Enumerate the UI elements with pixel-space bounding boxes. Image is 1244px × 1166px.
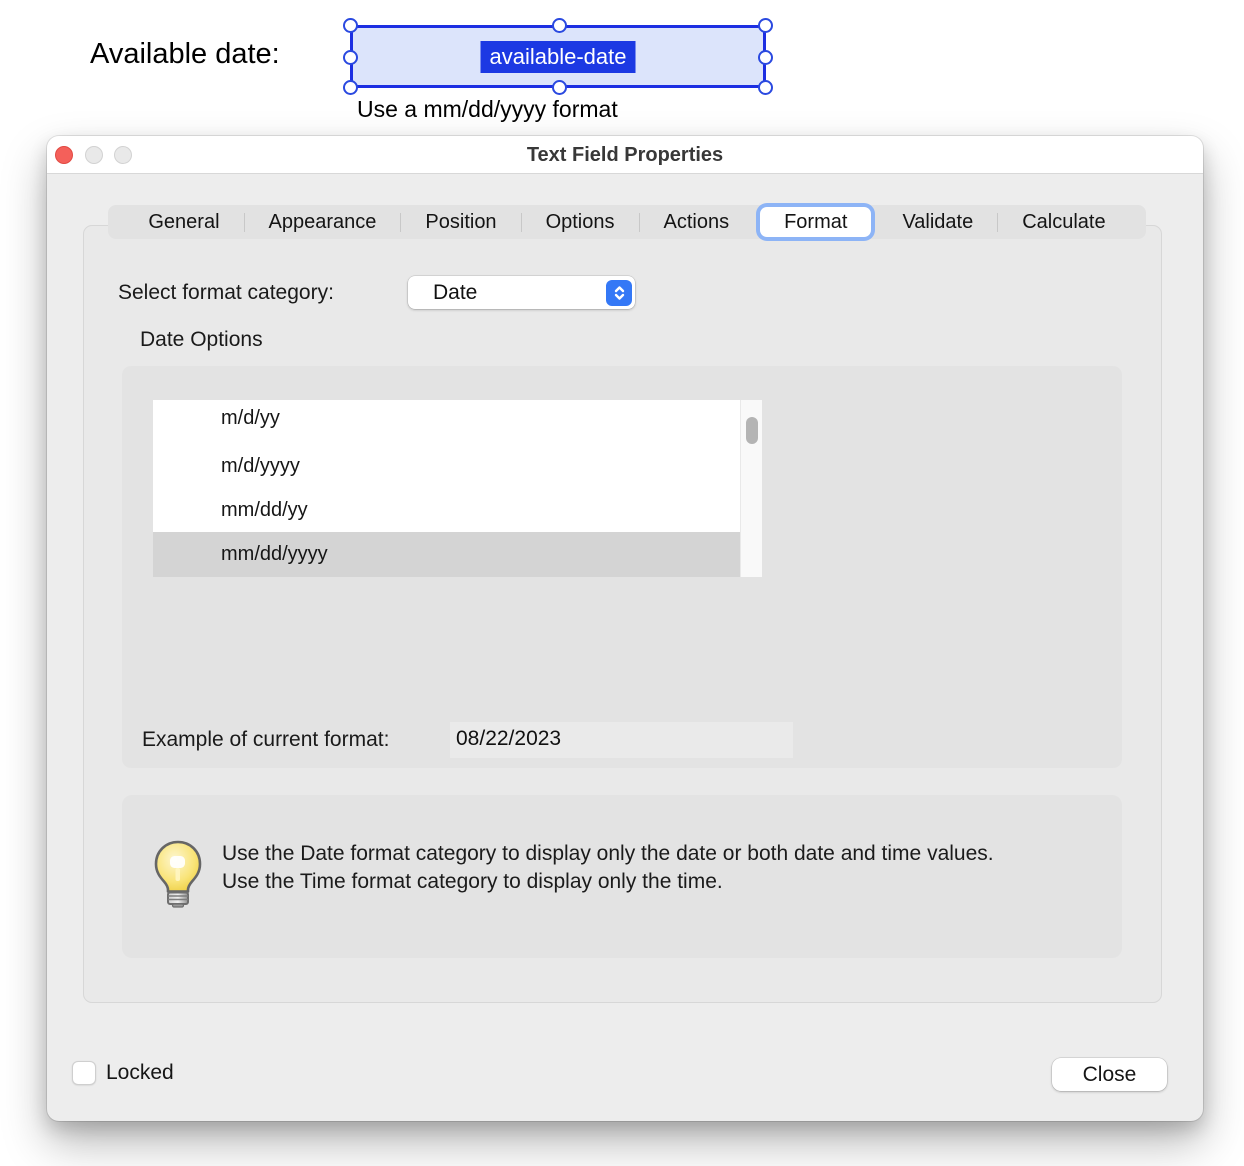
hint-box: Use the Date format category to display … <box>122 795 1122 958</box>
tab-validate[interactable]: Validate <box>878 205 997 239</box>
scrollbar-track[interactable] <box>740 400 762 577</box>
selection-handle[interactable] <box>552 80 567 95</box>
selection-handle[interactable] <box>758 50 773 65</box>
tab-appearance[interactable]: Appearance <box>245 205 401 239</box>
selection-handle[interactable] <box>343 80 358 95</box>
date-format-list: m/d/yy m/d/yyyy mm/dd/yy mm/dd/yyyy <box>153 400 762 577</box>
tab-actions[interactable]: Actions <box>640 205 754 239</box>
screen: Available date: available-date Use a mm/… <box>0 0 1244 1166</box>
list-item[interactable]: m/d/yyyy <box>153 444 740 488</box>
tab-format[interactable]: Format <box>760 207 871 237</box>
list-item[interactable]: m/d/yy <box>153 400 740 444</box>
selection-handle[interactable] <box>758 18 773 33</box>
example-format-label: Example of current format: <box>142 722 389 758</box>
list-item[interactable]: mm/dd/yy <box>153 488 740 532</box>
dialog-title: Text Field Properties <box>47 136 1203 174</box>
locked-row: Locked <box>72 1061 174 1085</box>
example-format-value: 08/22/2023 <box>450 722 793 758</box>
format-category-label: Select format category: <box>118 276 334 309</box>
text-field-properties-dialog: Text Field Properties General Appearance… <box>47 136 1203 1121</box>
tab-options[interactable]: Options <box>522 205 639 239</box>
selection-handle[interactable] <box>758 80 773 95</box>
scrollbar-thumb[interactable] <box>746 417 758 444</box>
form-field-widget[interactable]: available-date <box>350 25 766 88</box>
selection-handle[interactable] <box>343 50 358 65</box>
up-down-chevron-icon <box>606 280 632 306</box>
date-format-options: m/d/yy m/d/yyyy mm/dd/yy mm/dd/yyyy <box>153 400 740 577</box>
format-category-select[interactable]: Date <box>408 276 635 309</box>
selection-handle[interactable] <box>343 18 358 33</box>
locked-label[interactable]: Locked <box>106 1061 174 1085</box>
tab-general[interactable]: General <box>124 205 243 239</box>
tab-position[interactable]: Position <box>401 205 520 239</box>
locked-checkbox[interactable] <box>72 1061 96 1085</box>
form-field-label: Available date: <box>90 38 280 71</box>
lightbulb-icon <box>150 840 206 913</box>
close-button[interactable]: Close <box>1052 1058 1167 1091</box>
titlebar[interactable]: Text Field Properties <box>47 136 1203 174</box>
field-name-tag: available-date <box>481 41 636 73</box>
date-options-title: Date Options <box>140 328 263 352</box>
hint-text: Use the Date format category to display … <box>222 840 1034 896</box>
list-item-selected[interactable]: mm/dd/yyyy <box>153 532 740 577</box>
tab-calculate[interactable]: Calculate <box>998 205 1129 239</box>
tab-bar: General Appearance Position Options Acti… <box>108 205 1146 239</box>
format-category-value: Date <box>408 281 606 305</box>
selection-handle[interactable] <box>552 18 567 33</box>
date-options-group: m/d/yy m/d/yyyy mm/dd/yy mm/dd/yyyy Exam… <box>122 366 1122 768</box>
field-tooltip-text: Use a mm/dd/yyyy format <box>357 96 618 123</box>
